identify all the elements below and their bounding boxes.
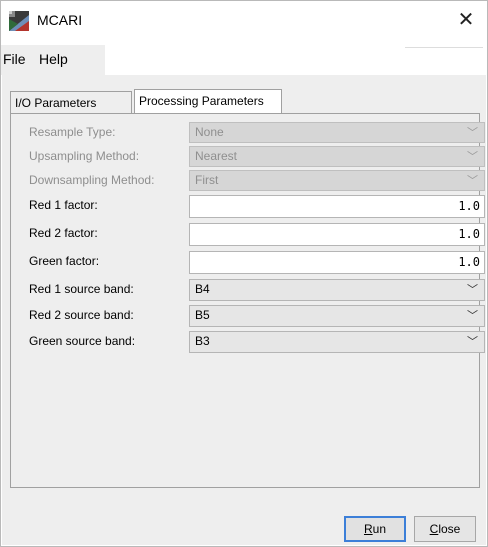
red1-factor-label: Red 1 factor:	[29, 198, 98, 212]
red1-factor-value: 1.0	[458, 199, 480, 213]
chevron-down-icon: ﹀	[467, 126, 478, 139]
upsampling-method-value: Nearest	[195, 149, 238, 163]
red1-factor-input[interactable]: 1.0	[189, 195, 485, 218]
menu-bar: File Help	[1, 45, 487, 75]
chevron-down-icon: ﹀	[467, 309, 478, 322]
resample-type-label: Resample Type:	[29, 125, 116, 139]
close-icon[interactable]: ✕	[453, 7, 479, 33]
resample-type-dropdown: None ﹀	[189, 122, 485, 143]
upsampling-method-dropdown: Nearest ﹀	[189, 146, 485, 167]
run-button-label: un	[372, 522, 387, 536]
downsampling-method-value: First	[195, 173, 219, 187]
title-bar[interactable]: MCARI ✕	[1, 1, 487, 41]
green-factor-label: Green factor:	[29, 254, 100, 268]
tab-processing-parameters[interactable]: Processing Parameters	[134, 89, 282, 113]
processing-parameters-panel: Resample Type: None ﹀ Upsampling Method:…	[10, 113, 485, 488]
mcari-app-icon	[9, 11, 29, 31]
red2-source-band-dropdown[interactable]: B5 ﹀	[189, 305, 485, 327]
downsampling-method-label: Downsampling Method:	[29, 173, 155, 187]
green-factor-value: 1.0	[458, 255, 480, 269]
red2-source-band-value: B5	[195, 308, 210, 322]
green-source-band-label: Green source band:	[29, 334, 136, 348]
chevron-down-icon: ﹀	[467, 283, 478, 296]
chevron-down-icon: ﹀	[467, 174, 478, 187]
run-button-mnemonic: R	[363, 522, 373, 536]
dialog-content: I/O Parameters Processing Parameters Res…	[2, 75, 486, 545]
menu-help[interactable]: Help	[39, 51, 68, 67]
downsampling-method-dropdown: First ﹀	[189, 170, 485, 191]
green-factor-input[interactable]: 1.0	[189, 251, 485, 274]
upsampling-method-label: Upsampling Method:	[29, 149, 140, 163]
red2-factor-label: Red 2 factor:	[29, 226, 98, 240]
red2-factor-input[interactable]: 1.0	[189, 223, 485, 246]
red2-source-band-label: Red 2 source band:	[29, 308, 134, 322]
red1-source-band-label: Red 1 source band:	[29, 282, 134, 296]
close-button[interactable]: Close	[414, 516, 476, 542]
close-button-label: lose	[438, 522, 461, 536]
red1-source-band-value: B4	[195, 282, 210, 296]
green-source-band-dropdown[interactable]: B3 ﹀	[189, 331, 485, 353]
chevron-down-icon: ﹀	[467, 335, 478, 348]
menu-divider	[405, 47, 483, 48]
resample-type-value: None	[195, 125, 224, 139]
menu-file[interactable]: File	[3, 51, 26, 67]
green-source-band-value: B3	[195, 334, 210, 348]
red2-factor-value: 1.0	[458, 227, 480, 241]
run-button[interactable]: Run	[344, 516, 406, 542]
chevron-down-icon: ﹀	[467, 150, 478, 163]
window-title: MCARI	[37, 12, 83, 28]
red1-source-band-dropdown[interactable]: B4 ﹀	[189, 279, 485, 301]
mcari-dialog-window: MCARI ✕ File Help I/O Parameters Process…	[0, 0, 488, 547]
tab-io-parameters[interactable]: I/O Parameters	[10, 91, 132, 113]
